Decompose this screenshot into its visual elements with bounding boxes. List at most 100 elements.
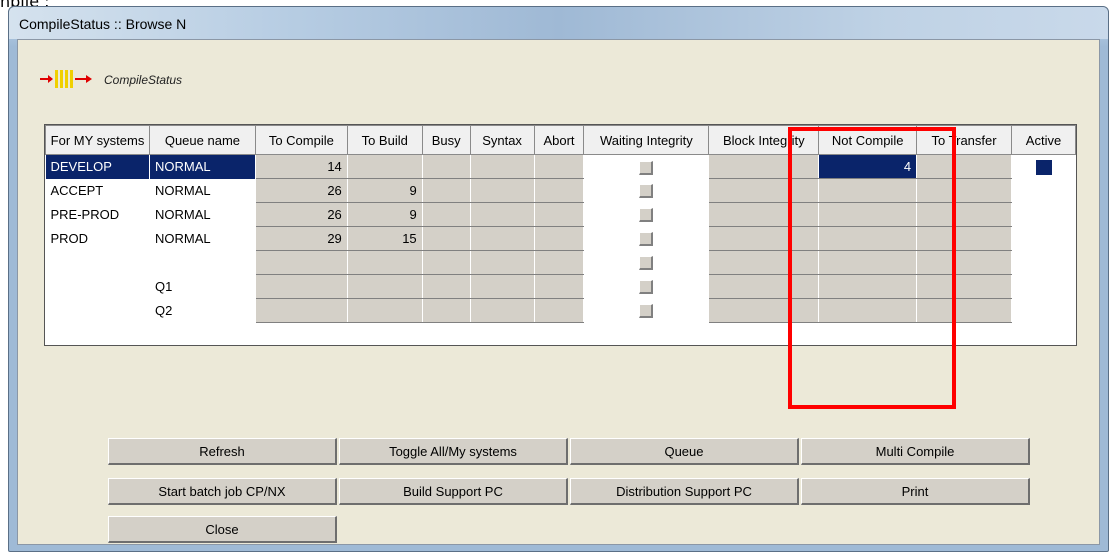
table-row[interactable]: ACCEPT NORMAL 26 9 — [45, 178, 1076, 203]
active-indicator[interactable] — [1035, 159, 1052, 175]
cell-system[interactable]: PRE-PROD — [45, 202, 150, 227]
cell-block-integrity[interactable] — [708, 202, 820, 227]
col-header-block-integrity[interactable]: Block Integrity — [708, 125, 820, 155]
cell-to-build[interactable]: 9 — [346, 202, 423, 227]
cell-to-transfer[interactable] — [916, 178, 1013, 203]
cell-abort[interactable] — [533, 154, 585, 179]
col-header-active[interactable]: Active — [1011, 125, 1076, 155]
cell-not-compile[interactable] — [818, 178, 918, 203]
cell-to-compile[interactable]: 26 — [254, 178, 348, 203]
col-header-to-build[interactable]: To Build — [346, 125, 423, 155]
cell-abort[interactable] — [533, 178, 585, 203]
cell-to-compile[interactable]: 26 — [254, 202, 348, 227]
table-row[interactable]: PRE-PROD NORMAL 26 9 — [45, 202, 1076, 227]
cell-block-integrity[interactable] — [708, 154, 820, 179]
cell-to-transfer[interactable] — [916, 274, 1013, 299]
cell-to-transfer[interactable] — [916, 250, 1013, 275]
cell-to-compile[interactable] — [254, 250, 348, 275]
col-header-not-compile[interactable]: Not Compile — [818, 125, 918, 155]
waiting-integrity-checkbox[interactable] — [639, 304, 654, 319]
cell-busy[interactable] — [421, 202, 471, 227]
cell-to-build[interactable]: 15 — [346, 226, 423, 251]
queue-button[interactable]: Queue — [570, 438, 799, 465]
cell-syntax[interactable] — [469, 274, 535, 299]
cell-system[interactable] — [45, 274, 150, 299]
cell-to-compile[interactable]: 29 — [254, 226, 348, 251]
cell-busy[interactable] — [421, 274, 471, 299]
col-header-to-compile[interactable]: To Compile — [254, 125, 348, 155]
cell-queue-name[interactable]: NORMAL — [149, 178, 256, 203]
cell-queue-name[interactable]: NORMAL — [149, 154, 256, 179]
cell-to-transfer[interactable] — [916, 202, 1013, 227]
title-bar[interactable]: CompileStatus :: Browse N — [9, 7, 1108, 39]
toggle-all-my-systems-button[interactable]: Toggle All/My systems — [339, 438, 568, 465]
cell-busy[interactable] — [421, 250, 471, 275]
build-support-pc-button[interactable]: Build Support PC — [339, 478, 568, 505]
cell-to-build[interactable] — [346, 250, 423, 275]
cell-block-integrity[interactable] — [708, 226, 820, 251]
cell-system[interactable] — [45, 250, 150, 275]
cell-to-transfer[interactable] — [916, 154, 1013, 179]
cell-busy[interactable] — [421, 154, 471, 179]
cell-abort[interactable] — [533, 250, 585, 275]
cell-abort[interactable] — [533, 298, 585, 323]
table-row[interactable]: Q1 — [45, 274, 1076, 299]
cell-not-compile[interactable] — [818, 274, 918, 299]
cell-block-integrity[interactable] — [708, 274, 820, 299]
cell-system[interactable]: ACCEPT — [45, 178, 150, 203]
cell-block-integrity[interactable] — [708, 178, 820, 203]
cell-to-compile[interactable]: 14 — [254, 154, 348, 179]
cell-not-compile[interactable] — [818, 298, 918, 323]
waiting-integrity-checkbox[interactable] — [639, 184, 654, 199]
cell-system[interactable] — [45, 298, 150, 323]
cell-syntax[interactable] — [469, 178, 535, 203]
print-button[interactable]: Print — [801, 478, 1030, 505]
table-row[interactable]: Q2 — [45, 298, 1076, 323]
cell-not-compile[interactable] — [818, 226, 918, 251]
cell-not-compile[interactable] — [818, 250, 918, 275]
multi-compile-button[interactable]: Multi Compile — [801, 438, 1030, 465]
col-header-syntax[interactable]: Syntax — [469, 125, 535, 155]
cell-busy[interactable] — [421, 298, 471, 323]
waiting-integrity-checkbox[interactable] — [639, 160, 654, 175]
table-row[interactable]: DEVELOP NORMAL 14 4 — [45, 154, 1076, 179]
cell-abort[interactable] — [533, 226, 585, 251]
col-header-for-my-systems[interactable]: For MY systems — [45, 125, 150, 155]
cell-to-build[interactable] — [346, 154, 423, 179]
col-header-to-transfer[interactable]: To Transfer — [916, 125, 1013, 155]
cell-syntax[interactable] — [469, 202, 535, 227]
cell-queue-name[interactable]: NORMAL — [149, 202, 256, 227]
cell-abort[interactable] — [533, 202, 585, 227]
cell-to-build[interactable]: 9 — [346, 178, 423, 203]
cell-busy[interactable] — [421, 226, 471, 251]
cell-system[interactable]: DEVELOP — [45, 154, 150, 179]
cell-busy[interactable] — [421, 178, 471, 203]
cell-system[interactable]: PROD — [45, 226, 150, 251]
col-header-queue-name[interactable]: Queue name — [148, 125, 256, 155]
cell-to-build[interactable] — [346, 274, 423, 299]
col-header-waiting-integrity[interactable]: Waiting Integrity — [583, 125, 710, 155]
cell-to-compile[interactable] — [254, 298, 348, 323]
waiting-integrity-checkbox[interactable] — [639, 232, 654, 247]
cell-to-transfer[interactable] — [916, 298, 1013, 323]
cell-queue-name[interactable]: Q1 — [149, 274, 256, 299]
cell-queue-name[interactable]: Q2 — [149, 298, 256, 323]
refresh-button[interactable]: Refresh — [108, 438, 337, 465]
cell-block-integrity[interactable] — [708, 250, 820, 275]
close-button[interactable]: Close — [108, 516, 337, 543]
cell-syntax[interactable] — [469, 226, 535, 251]
waiting-integrity-checkbox[interactable] — [639, 256, 654, 271]
waiting-integrity-checkbox[interactable] — [639, 208, 654, 223]
cell-to-transfer[interactable] — [916, 226, 1013, 251]
cell-queue-name[interactable]: NORMAL — [149, 226, 256, 251]
table-row[interactable]: PROD NORMAL 29 15 — [45, 226, 1076, 251]
distribution-support-pc-button[interactable]: Distribution Support PC — [570, 478, 799, 505]
col-header-abort[interactable]: Abort — [533, 125, 585, 155]
table-row[interactable] — [45, 250, 1076, 275]
col-header-busy[interactable]: Busy — [421, 125, 471, 155]
cell-abort[interactable] — [533, 274, 585, 299]
cell-syntax[interactable] — [469, 154, 535, 179]
cell-syntax[interactable] — [469, 250, 535, 275]
cell-syntax[interactable] — [469, 298, 535, 323]
cell-not-compile[interactable] — [818, 202, 918, 227]
